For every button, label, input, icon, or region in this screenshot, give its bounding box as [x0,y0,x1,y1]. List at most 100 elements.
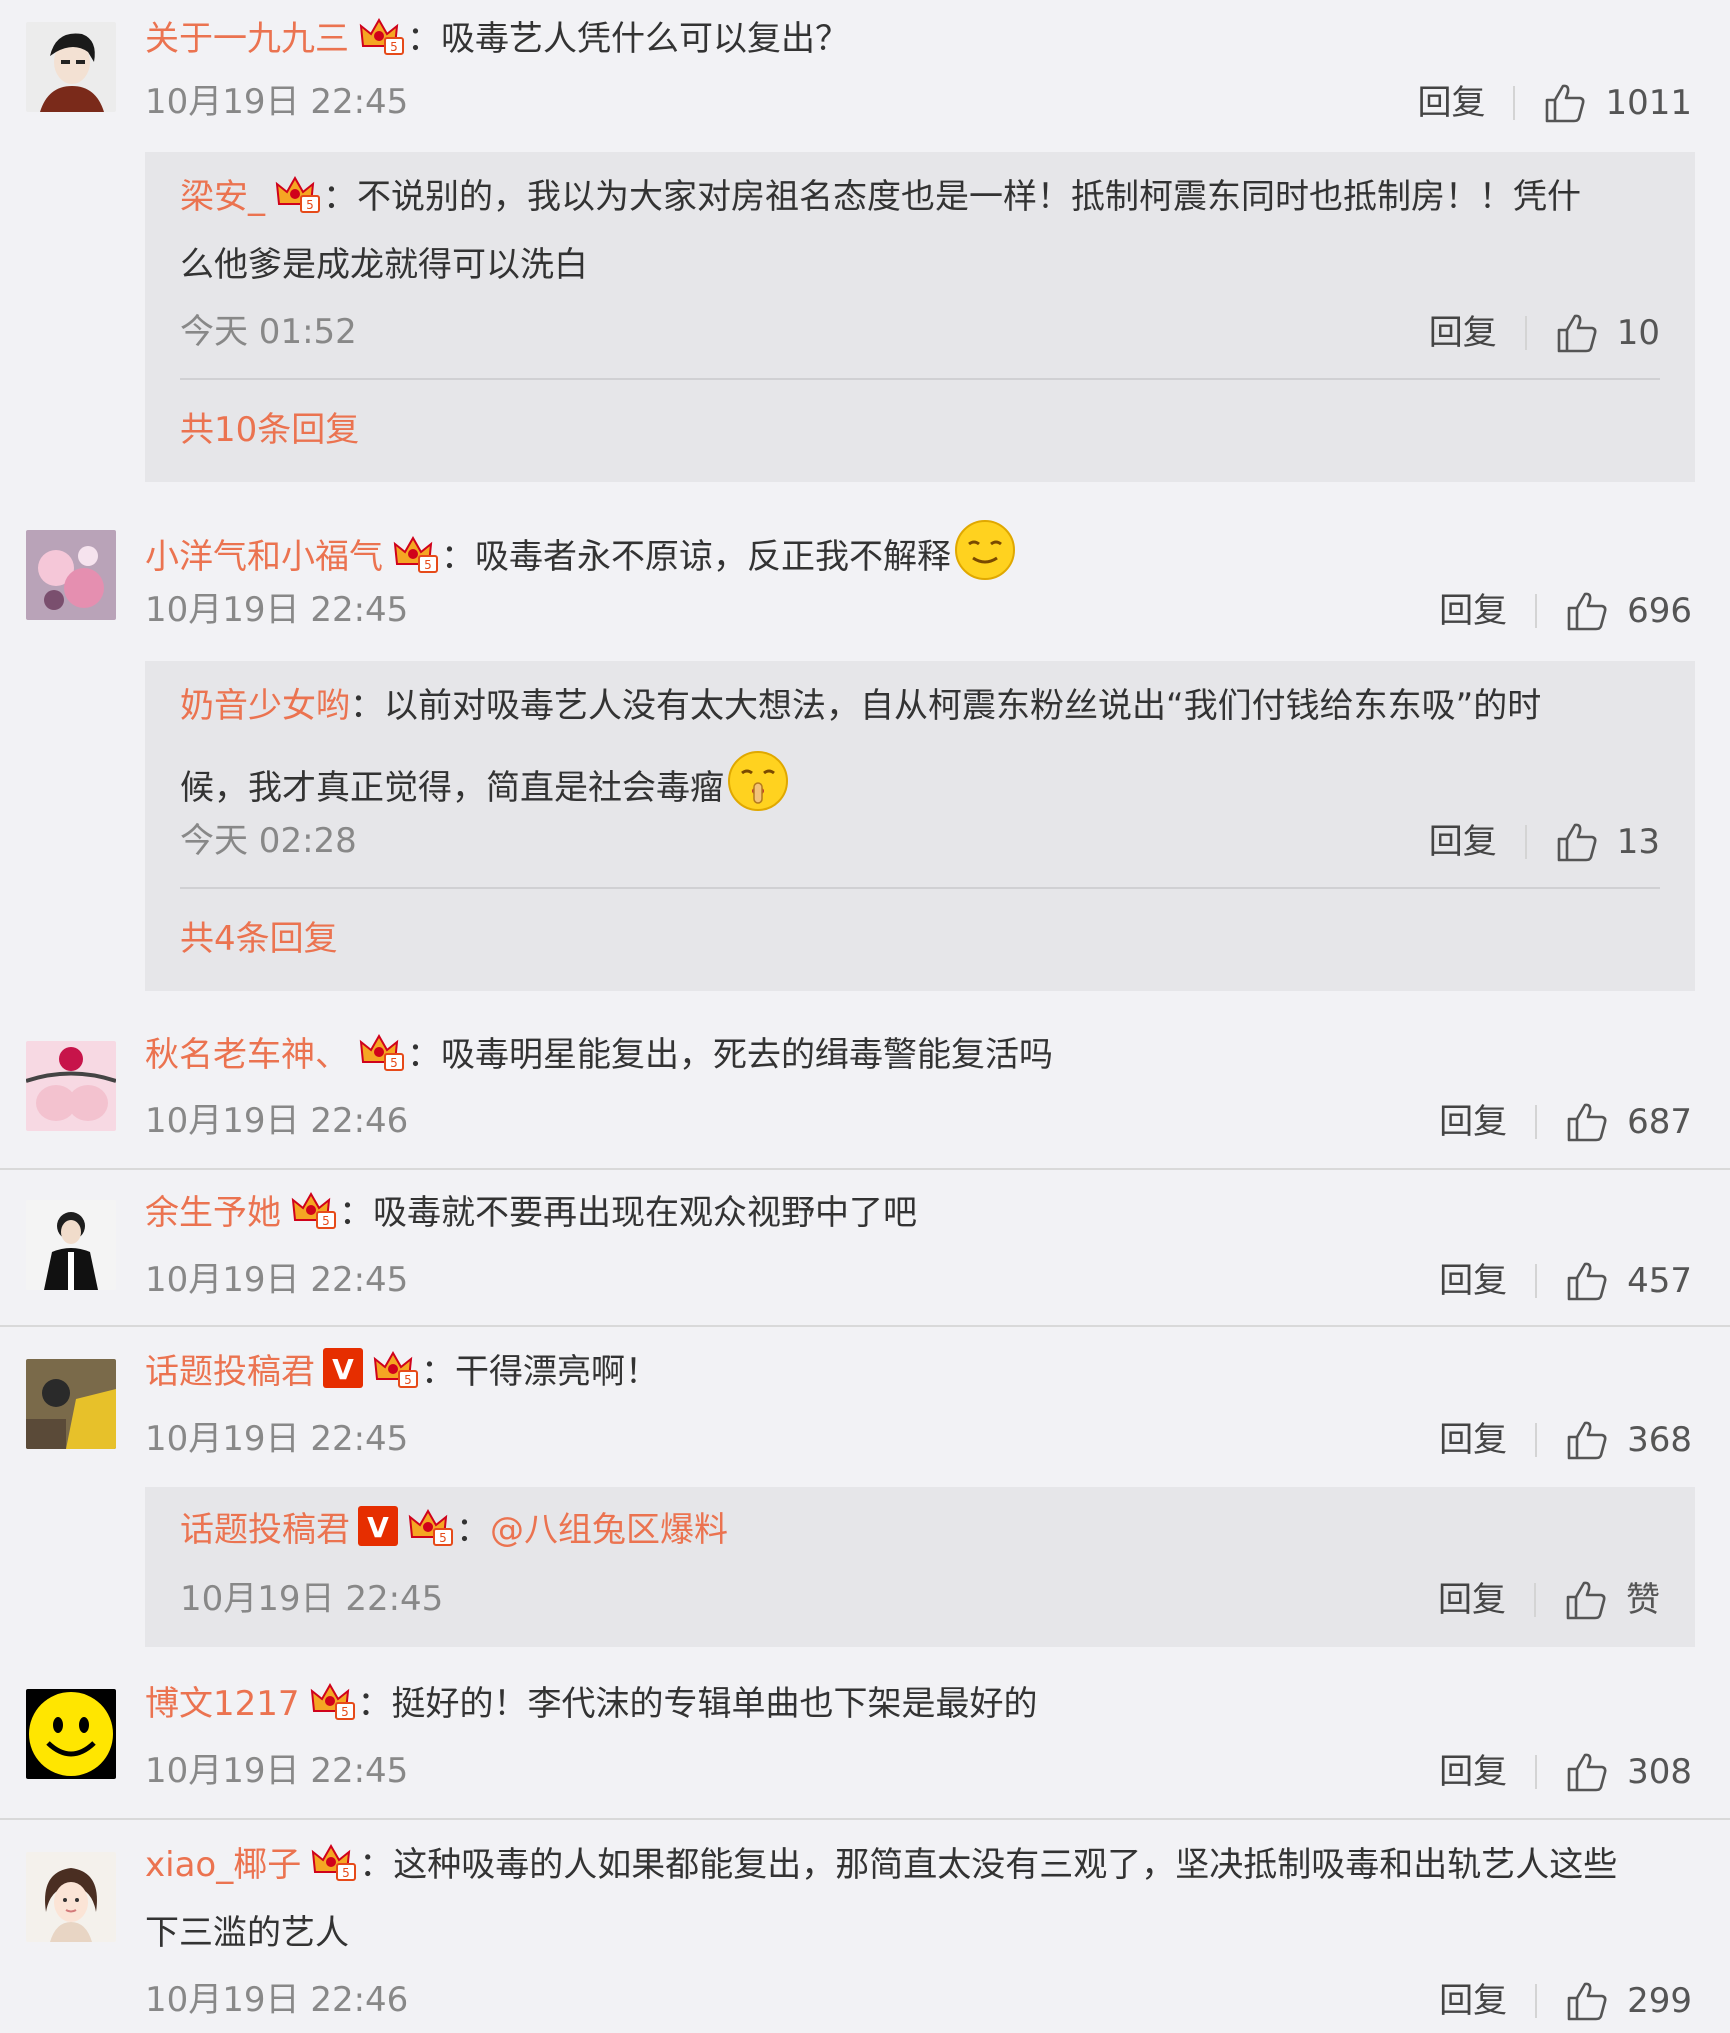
mention-link[interactable]: @八组兔区爆料 [490,1510,728,1550]
comment-item: 话题投稿君 V 5 ：干得漂亮啊！ 10月19日 22:45 回复 368 话题投稿君… [0,1325,1730,1663]
like-count: 299 [1627,1981,1692,2021]
comment-time: 10月19日 22:45 [145,590,409,630]
reply-actions: 回复 10 [1429,312,1660,354]
comment-time: 10月19日 22:45 [145,1751,409,1791]
comment-item: 余生予她 5 ：吸毒就不要再出现在观众视野中了吧 10月19日 22:45 回复 4… [0,1168,1730,1327]
thumbs-up-icon[interactable] [1555,821,1599,863]
like-count: 308 [1627,1752,1692,1792]
colon: ： [456,1510,490,1550]
member-crown-icon[interactable]: 5 [406,1507,454,1547]
like-count: 696 [1627,591,1692,631]
like-count: 1011 [1605,83,1692,123]
reply-button[interactable]: 回复 [1439,1102,1507,1142]
colon: ： [441,537,475,577]
avatar[interactable] [26,1359,116,1449]
comment-line: 博文1217 5 ：挺好的！李代沫的专辑单曲也下架是最好的 [145,1679,1038,1729]
username-link[interactable]: 小洋气和小福气 [145,537,383,577]
reply-button[interactable]: 回复 [1417,83,1485,123]
reply-text-continued: 候，我才真正觉得，简直是社会毒瘤 [180,749,790,813]
divider [1535,594,1538,628]
reply-button[interactable]: 回复 [1429,313,1497,353]
thumbs-up-icon[interactable] [1565,1260,1609,1302]
divider [1524,825,1527,859]
svg-text:5: 5 [390,40,398,54]
username-link[interactable]: 关于一九九三 [145,19,349,59]
thumbs-up-icon[interactable] [1565,1751,1609,1793]
comment-time: 10月19日 22:46 [145,1980,409,2020]
reply-box: 话题投稿君 V 5 ：@八组兔区爆料 10月19日 22:45 回复 赞 [145,1487,1695,1647]
reply-time: 今天 01:52 [180,312,357,352]
comment-line: 关于一九九三 5 ：吸毒艺人凭什么可以复出？ [145,14,849,64]
comment-time: 10月19日 22:45 [145,1419,409,1459]
comment-actions: 回复 1011 [1417,82,1692,124]
verified-v-icon[interactable]: V [358,1506,398,1546]
member-crown-icon[interactable]: 5 [357,1032,405,1072]
reply-button[interactable]: 回复 [1439,591,1507,631]
reply-button[interactable]: 回复 [1439,1981,1507,2021]
comment-actions: 回复 299 [1439,1980,1692,2022]
svg-text:5: 5 [424,558,432,572]
member-crown-icon[interactable]: 5 [289,1190,337,1230]
thumbs-up-icon[interactable] [1565,1419,1609,1461]
reply-button[interactable]: 回复 [1439,1752,1507,1792]
svg-text:V: V [367,1511,389,1544]
divider [180,887,1660,889]
username-link[interactable]: 梁安_ [180,177,265,217]
member-crown-icon[interactable]: 5 [308,1681,356,1721]
username-link[interactable]: 话题投稿君 [145,1352,315,1392]
reply-button[interactable]: 回复 [1439,1261,1507,1301]
more-replies-link[interactable]: 共4条回复 [180,919,338,959]
username-link[interactable]: 博文1217 [145,1684,300,1724]
reply-button[interactable]: 回复 [1438,1580,1506,1620]
svg-text:5: 5 [342,1866,350,1880]
reply-button[interactable]: 回复 [1439,1420,1507,1460]
thumbs-up-icon[interactable] [1564,1579,1608,1621]
username-link[interactable]: 秋名老车神、 [145,1035,349,1075]
verified-v-icon[interactable]: V [323,1348,363,1388]
comment-item: 关于一九九三 5 ：吸毒艺人凭什么可以复出？ 10月19日 22:45 回复 101… [0,0,1730,495]
divider [180,378,1660,380]
username-link[interactable]: 奶音少女哟 [180,686,350,726]
username-link[interactable]: 余生予她 [145,1193,281,1233]
comment-time: 10月19日 22:45 [145,1260,409,1300]
member-crown-icon[interactable]: 5 [357,16,405,56]
username-link[interactable]: xiao_椰子 [145,1845,301,1885]
member-crown-icon[interactable]: 5 [309,1842,357,1882]
like-count[interactable]: 赞 [1626,1580,1660,1620]
avatar[interactable] [26,1200,116,1290]
thumbs-up-icon[interactable] [1565,1980,1609,2022]
avatar[interactable] [26,22,116,112]
comment-line: 秋名老车神、 5 ：吸毒明星能复出，死去的缉毒警能复活吗 [145,1030,1053,1080]
like-count: 368 [1627,1420,1692,1460]
colon: ： [407,1035,441,1075]
member-crown-icon[interactable]: 5 [391,534,439,574]
member-crown-icon[interactable]: 5 [371,1349,419,1389]
divider [1535,1984,1538,2018]
avatar[interactable] [26,530,116,620]
svg-text:5: 5 [341,1705,349,1719]
comment-text-continued: 下三滥的艺人 [145,1913,349,1953]
reply-line: 话题投稿君 V 5 ：@八组兔区爆料 [180,1505,728,1555]
like-count: 10 [1616,313,1660,353]
thumbs-up-icon[interactable] [1565,590,1609,632]
avatar[interactable] [26,1689,116,1779]
thumbs-up-icon[interactable] [1543,82,1587,124]
more-replies-link[interactable]: 共10条回复 [180,410,359,450]
comment-text: 吸毒就不要再出现在观众视野中了吧 [373,1193,917,1233]
reply-line: 梁安_ 5 ：不说别的，我以为大家对房祖名态度也是一样！抵制柯震东同时也抵制房！！凭… [180,172,1581,222]
like-count: 13 [1616,822,1660,862]
svg-text:5: 5 [306,198,314,212]
shush-emoji-icon [726,749,790,813]
member-crown-icon[interactable]: 5 [273,174,321,214]
avatar[interactable] [26,1852,116,1942]
comment-item: xiao_椰子 5 ：这种吸毒的人如果都能复出，那简直太没有三观了，坚决抵制吸毒和出… [0,1818,1730,2033]
reply-line: 奶音少女哟：以前对吸毒艺人没有太大想法，自从柯震东粉丝说出“我们付钱给东东吸”的… [180,681,1541,731]
divider [1534,1583,1536,1617]
reply-actions: 回复 赞 [1438,1579,1660,1621]
thumbs-up-icon[interactable] [1555,312,1599,354]
avatar[interactable] [26,1041,116,1131]
thumbs-up-icon[interactable] [1565,1101,1609,1143]
username-link[interactable]: 话题投稿君 [180,1510,350,1550]
reply-actions: 回复 13 [1429,821,1660,863]
reply-button[interactable]: 回复 [1429,822,1497,862]
